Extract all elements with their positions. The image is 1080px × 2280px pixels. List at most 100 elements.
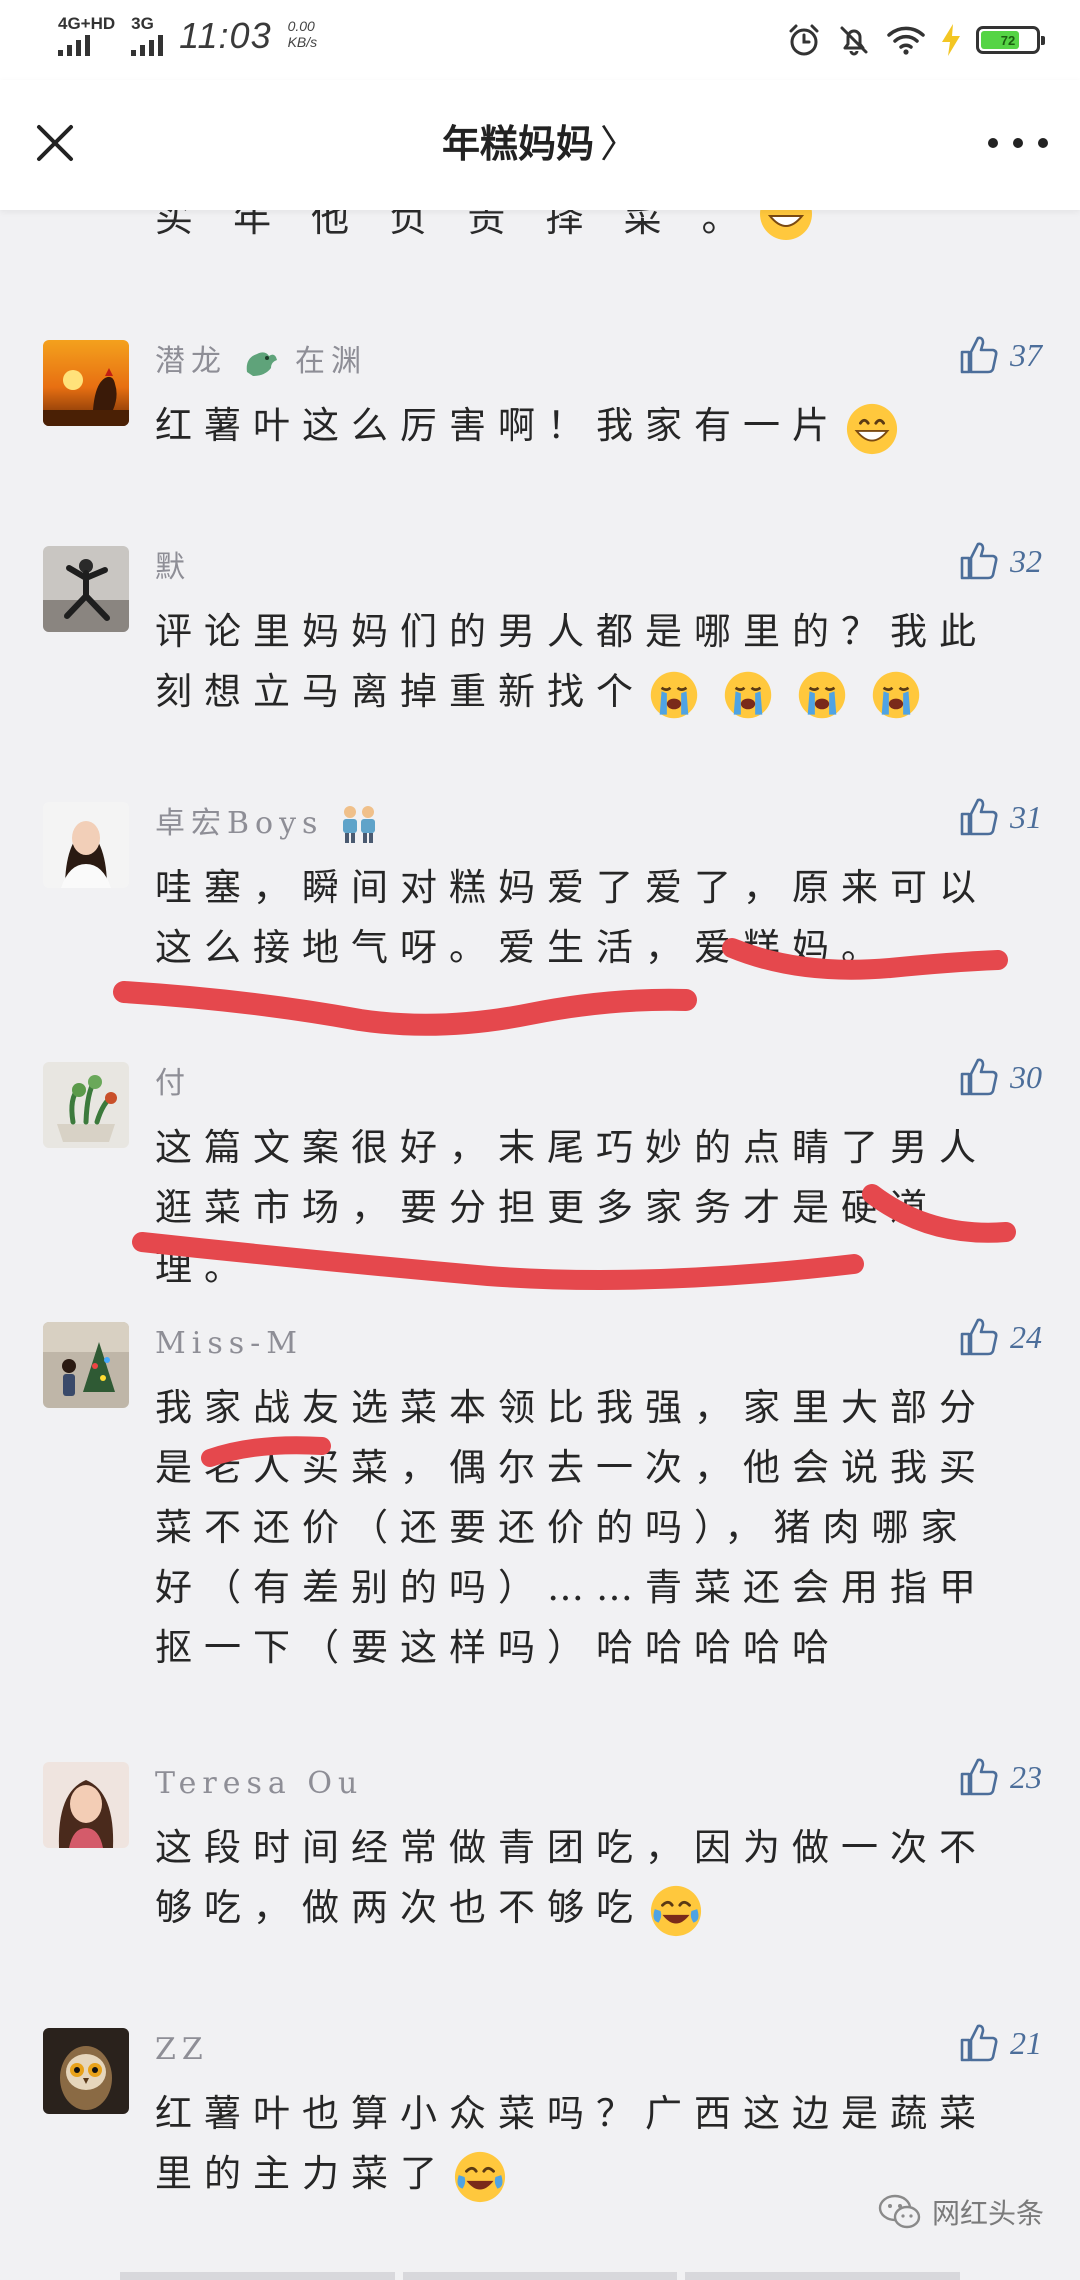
thumbs-up-icon [960, 1058, 998, 1096]
status-right: 72 [786, 22, 1045, 58]
red-underline-mark [113, 981, 697, 1036]
like-count: 37 [1010, 336, 1042, 373]
like-count: 30 [1010, 1058, 1042, 1095]
crying-emoji-icon [798, 671, 846, 718]
signal-2: 3G [131, 14, 164, 56]
more-button[interactable] [988, 128, 1048, 158]
avatar[interactable] [43, 1062, 129, 1148]
crying-emoji-icon [650, 671, 698, 718]
more-dot-icon [1038, 138, 1048, 148]
comment-text: 红薯叶这么厉害啊！我家有一片 [155, 396, 1005, 456]
bottom-bar-segment [120, 2272, 395, 2280]
comment-text-body: 这篇文案很好，末尾巧妙的点睛了男人逛菜市场，要分担更多家务才是硬道理。 [155, 1126, 988, 1289]
avatar[interactable] [43, 546, 129, 632]
nav-bar: 年糕妈妈〉 [0, 80, 1080, 210]
comment-text: 这段时间经常做青团吃，因为做一次不够吃，做两次也不够吃 [155, 1818, 1005, 1938]
avatar[interactable] [43, 802, 129, 888]
signal-bars-icon [58, 34, 90, 56]
like-button[interactable]: 23 [958, 1756, 1042, 1798]
like-count: 31 [1010, 798, 1042, 835]
network-type-1: 4G+HD [58, 14, 116, 33]
username-text: 默 [155, 550, 191, 585]
username[interactable]: 潜龙 在渊 [155, 342, 367, 382]
like-button[interactable]: 24 [958, 1316, 1042, 1358]
more-dot-icon [988, 138, 998, 148]
like-button[interactable]: 31 [958, 796, 1042, 838]
status-left: 4G+HD 3G 11:03 0.00 KB/s [58, 14, 317, 58]
avatar[interactable] [43, 340, 129, 426]
avatar[interactable] [43, 1762, 129, 1848]
wifi-icon [887, 26, 925, 55]
username-text: ZZ [155, 2032, 209, 2067]
watermark-text: 网红头条 [931, 2197, 1044, 2230]
clock: 11:03 [179, 15, 272, 56]
like-count: 24 [1010, 1318, 1042, 1355]
username[interactable]: Miss-M [155, 1324, 303, 1364]
grin-emoji-icon [846, 403, 898, 454]
thumbs-up-icon [960, 336, 998, 374]
more-dot-icon [1013, 138, 1023, 148]
thumbs-up-icon [960, 1318, 998, 1356]
comment-text: 我家战友选菜本领比我强，家里大部分是老人买菜，偶尔去一次，他会说我买菜不还价（还… [155, 1378, 1005, 1678]
signal-1: 4G+HD [58, 14, 115, 56]
status-bar: 4G+HD 3G 11:03 0.00 KB/s 72 [0, 0, 1080, 80]
wechat-icon [878, 2194, 921, 2229]
bottom-bar-segment [685, 2272, 961, 2280]
dragon-icon [246, 352, 277, 376]
username[interactable]: 卓宏Boys [155, 804, 381, 844]
username[interactable]: 付 [155, 1064, 191, 1104]
comment-feed[interactable]: 买 年 他 负 责 择 菜 。 潜龙 在渊 37 红薯叶这么厉害啊！我家有一片 … [0, 188, 1080, 2280]
username-text: Miss-M [155, 1326, 303, 1361]
comment-text-body: 哇塞，瞬间对糕妈爱了爱了，原来可以这么接地气呀。爱生活，爱糕妈。 [155, 866, 988, 969]
like-button[interactable]: 30 [958, 1056, 1042, 1098]
watermark: 网红头条 [878, 2192, 1044, 2232]
net-speed-value: 0.00 [287, 18, 315, 34]
comment-text-body: 我家战友选菜本领比我强，家里大部分是老人买菜，偶尔去一次，他会说我买菜不还价（还… [155, 1386, 988, 1669]
crying-emoji-icon [872, 671, 920, 718]
net-speed: 0.00 KB/s [288, 18, 318, 50]
comment-text-body: 评论里妈妈们的男人都是哪里的？我此刻想立马离掉重新找个 [155, 610, 988, 713]
two-people-icon [343, 806, 376, 843]
battery-icon: 72 [976, 26, 1045, 54]
comment-text: 这篇文案很好，末尾巧妙的点睛了男人逛菜市场，要分担更多家务才是硬道理。 [155, 1118, 1005, 1298]
thumbs-up-icon [960, 1758, 998, 1796]
thumbs-up-icon [960, 798, 998, 836]
crying-emoji-icon [724, 671, 772, 718]
network-type-2: 3G [131, 14, 154, 33]
like-count: 21 [1010, 2024, 1042, 2061]
battery-percent: 72 [1000, 32, 1016, 48]
joy-emoji-icon [454, 2151, 506, 2202]
avatar[interactable] [43, 1322, 129, 1408]
bottom-bar-segment [402, 2272, 678, 2280]
username[interactable]: Teresa Ou [155, 1764, 363, 1804]
like-count: 23 [1010, 1758, 1042, 1795]
username-suffix: 在渊 [295, 344, 367, 379]
comment-text-body: 红薯叶也算小众菜吗？广西这边是蔬菜里的主力菜了 [155, 2092, 988, 2195]
alarm-icon [789, 24, 819, 56]
username[interactable]: ZZ [155, 2030, 209, 2070]
comment-text: 哇塞，瞬间对糕妈爱了爱了，原来可以这么接地气呀。爱生活，爱糕妈。 [155, 858, 1005, 978]
username-text: 潜龙 [155, 344, 227, 379]
signal-bars-icon [131, 34, 164, 56]
comment-text: 评论里妈妈们的男人都是哪里的？我此刻想立马离掉重新找个 [155, 602, 1005, 722]
like-button[interactable]: 37 [958, 334, 1042, 376]
username-text: Teresa Ou [155, 1766, 364, 1801]
username-text: 卓宏Boys [155, 806, 324, 841]
page-title-text: 年糕妈妈 [441, 122, 594, 166]
username[interactable]: 默 [155, 548, 191, 588]
chevron-right-icon: 〉 [600, 122, 639, 166]
charging-bolt-icon [942, 24, 960, 56]
comment-text: 红薯叶也算小众菜吗？广西这边是蔬菜里的主力菜了 [155, 2084, 1005, 2204]
mute-bell-icon [840, 26, 868, 56]
comment-text-body: 红薯叶这么厉害啊！我家有一片 [155, 404, 841, 447]
username-text: 付 [155, 1066, 191, 1101]
net-speed-unit: KB/s [287, 34, 318, 50]
like-count: 32 [1010, 542, 1042, 579]
comment-text-body: 这段时间经常做青团吃，因为做一次不够吃，做两次也不够吃 [155, 1826, 988, 1929]
page-title[interactable]: 年糕妈妈〉 [0, 118, 1080, 170]
avatar[interactable] [43, 2028, 129, 2114]
thumbs-up-icon [960, 2024, 998, 2062]
bottom-handle [120, 2272, 961, 2280]
like-button[interactable]: 32 [958, 540, 1042, 582]
like-button[interactable]: 21 [958, 2022, 1042, 2064]
